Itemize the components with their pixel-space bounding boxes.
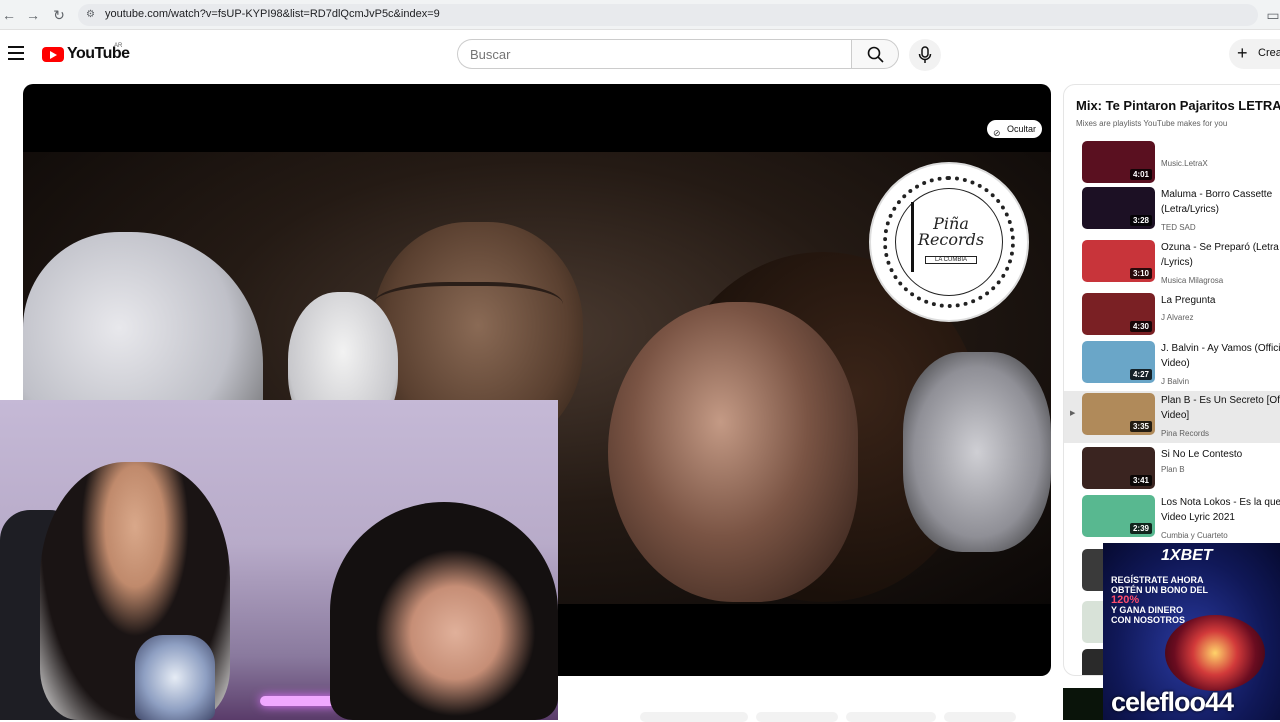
video-title[interactable]: Los Nota Lokos - Es la que va Video Lyri… (1161, 495, 1280, 525)
video-thumbnail[interactable]: 4:30 (1082, 293, 1155, 335)
video-thumbnail[interactable]: 3:10 (1082, 240, 1155, 282)
duration-badge: 2:39 (1129, 523, 1152, 534)
watermark-subtext: LA CUMBIA (925, 256, 977, 264)
next-section-thumbnail[interactable] (1063, 688, 1103, 720)
ad-brand: 1XBET (1161, 547, 1213, 564)
channel-watermark-logo: Piña Records LA CUMBIA (869, 162, 1029, 322)
duration-badge: 3:10 (1129, 268, 1152, 279)
channel-name: Cumbia y Cuarteto (1161, 531, 1228, 540)
address-bar[interactable]: ⚙ youtube.com/watch?v=fsUP-KYPI98&list=R… (78, 4, 1258, 26)
video-thumbnail[interactable]: 3:41 (1082, 447, 1155, 489)
browser-toolbar: ← → ↻ ⚙ youtube.com/watch?v=fsUP-KYPI98&… (0, 0, 1280, 30)
channel-name: Pina Records (1161, 429, 1210, 438)
url-text: youtube.com/watch?v=fsUP-KYPI98&list=RD7… (105, 8, 440, 20)
playlist-item[interactable]: 2:39 Los Nota Lokos - Es la que va Video… (1064, 493, 1280, 545)
download-button[interactable] (846, 712, 936, 722)
reload-icon[interactable]: ↻ (50, 6, 68, 24)
playlist-item[interactable]: 3:28 Maluma - Borro Cassette (Letra/Lyri… (1064, 185, 1280, 237)
video-title[interactable]: Maluma - Borro Cassette (Letra/Lyrics) (1161, 187, 1280, 217)
now-playing-icon: ▶ (1070, 410, 1076, 417)
playlist-item[interactable]: 4:30 La Pregunta J Alvarez (1064, 291, 1280, 343)
duration-badge: 4:30 (1129, 321, 1152, 332)
plus-icon: + (1237, 43, 1248, 63)
save-button[interactable] (944, 712, 1016, 722)
video-thumbnail[interactable]: 3:35 (1082, 393, 1155, 435)
playlist-item[interactable]: 3:41 Si No Le Contesto Plan B (1064, 445, 1280, 497)
video-thumbnail[interactable]: 2:39 (1082, 495, 1155, 537)
webcam-overlay (0, 400, 558, 720)
search-input[interactable]: Buscar (457, 39, 853, 69)
playlist-item[interactable]: 3:10 Ozuna - Se Preparó (Letra /Lyrics) … (1064, 238, 1280, 290)
duration-badge: 4:27 (1129, 369, 1152, 380)
video-title[interactable]: Si No Le Contesto (1161, 447, 1280, 462)
like-button[interactable] (640, 712, 748, 722)
video-title[interactable]: Ozuna - Se Preparó (Letra /Lyrics) (1161, 240, 1280, 270)
playlist-title: Mix: Te Pintaron Pajaritos LETRA (1076, 98, 1280, 113)
channel-name: TED SAD (1161, 223, 1196, 232)
region-code: AR (114, 43, 123, 49)
action-buttons-row (640, 712, 1060, 722)
video-thumbnail[interactable]: 4:01 (1082, 141, 1155, 183)
playlist-item[interactable]: 4:27 J. Balvin - Ay Vamos (Official Vide… (1064, 339, 1280, 391)
search-icon (867, 46, 884, 63)
channel-name: J Balvin (1161, 377, 1190, 386)
channel-name: Plan B (1161, 465, 1185, 474)
hide-label: Ocultar (1006, 124, 1036, 134)
video-thumbnail[interactable]: 3:28 (1082, 187, 1155, 229)
microphone-image (135, 635, 215, 720)
voice-search-button[interactable] (909, 39, 941, 71)
streamer-handle: celefloo44 (1111, 687, 1234, 717)
duration-badge: 3:35 (1129, 421, 1152, 432)
share-button[interactable] (756, 712, 838, 722)
eye-off-icon: ⊘ (992, 128, 1001, 138)
search-button[interactable] (851, 39, 899, 69)
search-placeholder: Buscar (470, 47, 511, 62)
roulette-image (1165, 615, 1265, 691)
microphone-icon (918, 46, 932, 63)
duration-badge: 3:41 (1129, 475, 1152, 486)
youtube-play-icon (42, 47, 64, 62)
video-thumbnail[interactable]: 4:27 (1082, 341, 1155, 383)
channel-name: Musica Milagrosa (1161, 276, 1224, 285)
video-title[interactable]: La Pregunta (1161, 293, 1280, 308)
playlist-item[interactable]: 4:01 Music.LetraX (1064, 141, 1280, 183)
cast-icon[interactable]: ▭ (1264, 6, 1280, 24)
playlist-subtitle: Mixes are playlists YouTube makes for yo… (1076, 119, 1228, 128)
create-label: Crea (1258, 47, 1280, 59)
playlist-item-active[interactable]: ▶ 3:35 Plan B - Es Un Secreto [Official … (1064, 391, 1280, 443)
video-title[interactable]: J. Balvin - Ay Vamos (Official Video) (1161, 341, 1280, 371)
ad-line-3: Y GANA DINERO (1111, 605, 1184, 615)
site-info-icon[interactable]: ⚙ (86, 9, 98, 21)
back-icon[interactable]: ← (0, 6, 18, 24)
ad-bonus: 120% (1111, 594, 1140, 606)
hide-button[interactable]: ⊘ Ocultar (986, 120, 1042, 138)
channel-name: J Alvarez (1161, 313, 1194, 322)
create-button[interactable]: + Crea (1229, 39, 1280, 69)
watermark-text: Piña Records (917, 214, 985, 249)
video-title[interactable]: Plan B - Es Un Secreto [Official Video] (1161, 393, 1280, 423)
duration-badge: 4:01 (1129, 169, 1152, 180)
channel-name: Music.LetraX (1161, 159, 1208, 168)
menu-icon[interactable] (8, 46, 24, 60)
stream-ad-overlay: 1XBET REGÍSTRATE AHORA OBTÉN UN BONO DEL… (1103, 543, 1280, 720)
youtube-header: YouTube AR Buscar + Crea (0, 30, 1280, 78)
forward-icon[interactable]: → (24, 6, 42, 24)
ad-line-1: REGÍSTRATE AHORA (1111, 575, 1204, 585)
duration-badge: 3:28 (1129, 215, 1152, 226)
